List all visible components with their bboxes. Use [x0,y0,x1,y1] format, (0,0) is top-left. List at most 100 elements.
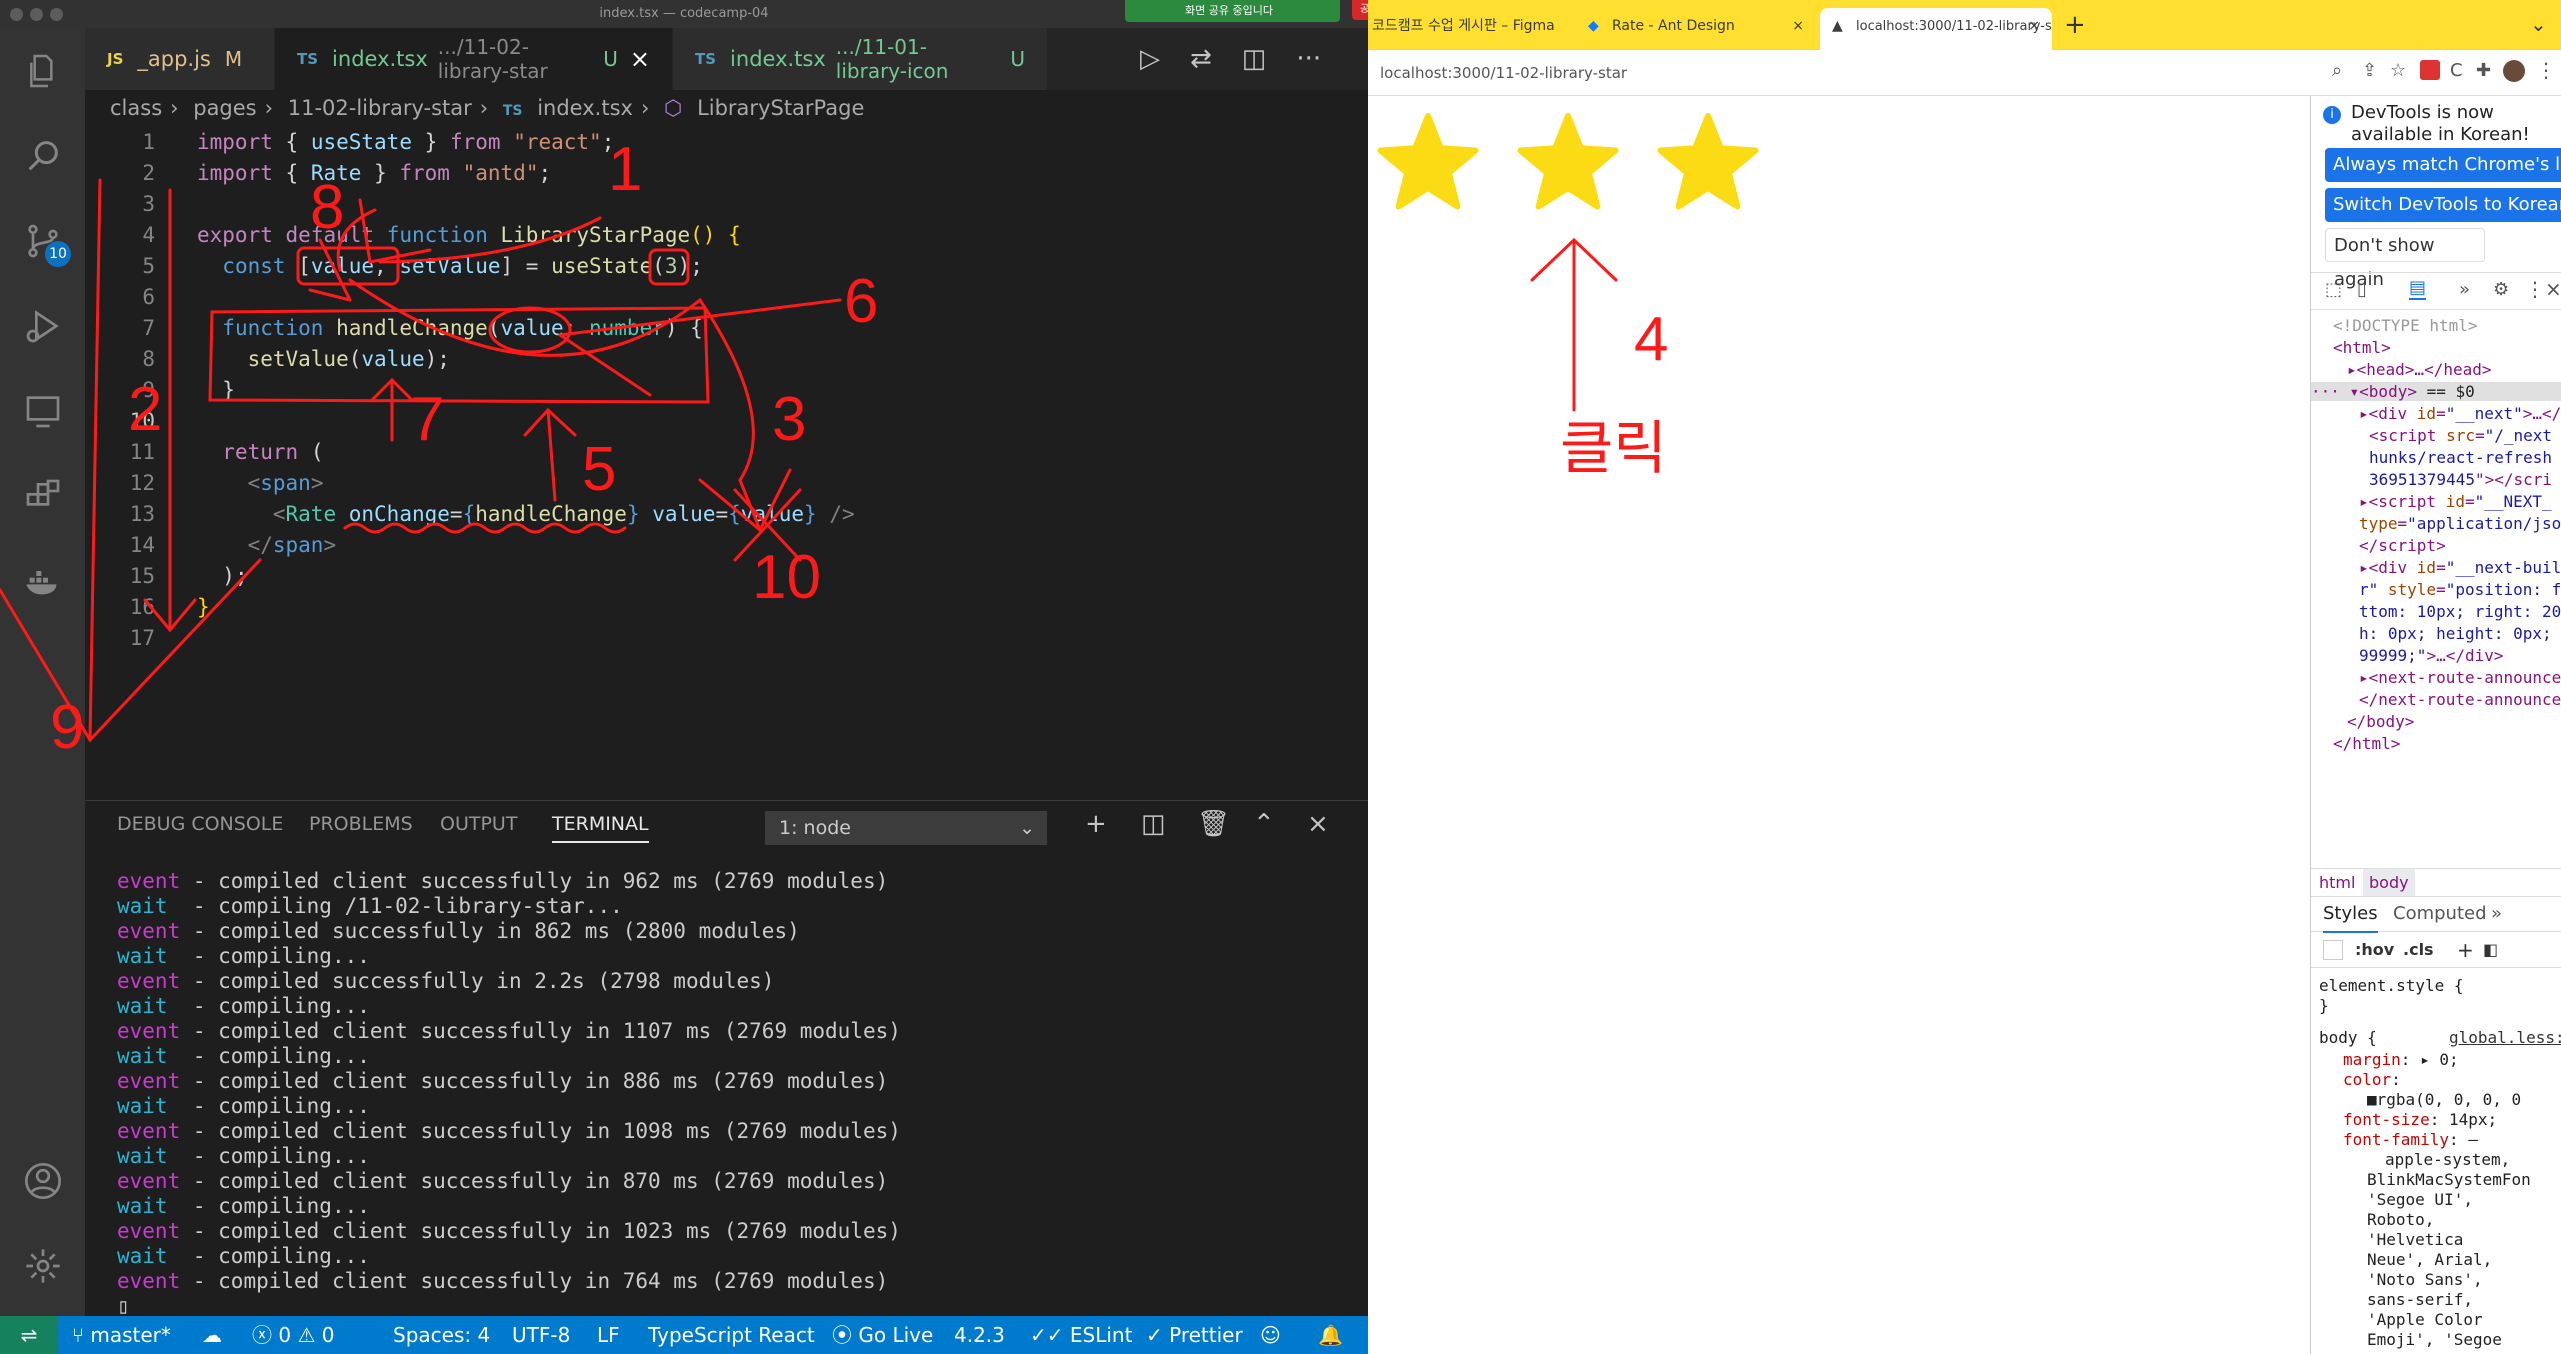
code-editor[interactable]: 1 import { useState } from "react"; 2 impo… [85,126,1368,800]
source-control-icon[interactable]: 10 [0,198,85,283]
ts-file-icon: TS [297,50,319,68]
close-tab-icon[interactable]: × [1792,8,1804,44]
tab-problems[interactable]: PROBLEMS [309,813,413,835]
indentation[interactable]: Spaces: 4 [393,1316,490,1354]
feedback-icon[interactable]: ☺ [1260,1316,1281,1354]
trash-icon[interactable]: 🗑 [1197,809,1230,839]
always-match-language-button[interactable]: Always match Chrome's lan [2325,148,2561,182]
bookmark-star-icon[interactable]: ☆ [2390,60,2406,81]
rule-source-link[interactable]: global.less:57 [2449,1028,2561,1047]
compare-changes-icon[interactable]: ⇄ [1190,44,1212,74]
split-editor-icon[interactable]: ◫ [1242,44,1267,74]
toggle-sidebar-icon[interactable]: ◧ [2483,932,2498,968]
add-rule-icon[interactable]: + [2457,932,2474,968]
zoom-icon[interactable]: ⌕ [2332,60,2342,81]
breadcrumb-item[interactable]: 11-02-library-star [288,96,472,120]
breadcrumb-item[interactable]: class [110,96,162,120]
tab-computed[interactable]: Computed [2393,897,2487,931]
rate-stars[interactable] [1368,96,1788,236]
terminal-kind: wait [117,1044,168,1068]
split-terminal-icon[interactable]: ◫ [1141,809,1166,839]
settings-gear-icon[interactable]: ⚙ [2493,279,2509,300]
tab-styles[interactable]: Styles [2323,897,2378,933]
component-icon: ⬡ [664,96,683,120]
tab-search-icon[interactable]: ⌄ [2530,12,2547,36]
explorer-icon[interactable] [0,28,85,113]
tab-index-library-star[interactable]: TS index.tsx .../11-02-library-star U × [275,28,673,90]
tab-terminal[interactable]: TERMINAL [552,813,649,843]
close-devtools-icon[interactable]: × [2545,277,2561,301]
browser-tab-localhost[interactable]: ▲ localhost:3000/11-02-library-s × [1820,8,2052,50]
terminal-line: wait - compiling... [117,1194,370,1218]
browser-tab-figma[interactable]: 코드캠프 수업 게시판 – Figma [1368,8,1568,50]
source-control-badge: 10 [45,241,71,267]
extensions-icon[interactable] [0,453,85,538]
terminal-line: event - compiled client successfully in … [117,1069,889,1093]
star-icon[interactable] [1377,113,1479,210]
filter-input[interactable] [2323,940,2343,960]
more-options-icon[interactable]: ⋮ [2525,277,2545,301]
console-messages-icon[interactable]: ▤ [2409,277,2427,300]
breadcrumb-item[interactable]: index.tsx [537,96,633,120]
extension-icon[interactable]: C [2450,60,2463,81]
cls-toggle[interactable]: .cls [2403,932,2434,968]
tab-index-library-icon[interactable]: TS index.tsx .../11-01-library-icon U [673,28,1048,90]
accounts-icon[interactable] [0,1138,85,1223]
more-tabs-icon[interactable]: » [2491,897,2502,931]
notifications-bell-icon[interactable]: 🔔 [1318,1316,1343,1354]
extensions-puzzle-icon[interactable]: ✚ [2476,60,2491,81]
crumb-html[interactable]: html [2319,869,2355,897]
extension-icon[interactable] [2420,60,2440,80]
tab-app-js[interactable]: JS _app.js M [85,28,275,90]
star-icon[interactable] [1517,113,1619,210]
hov-toggle[interactable]: :hov [2355,932,2394,968]
share-icon[interactable]: ⇪ [2362,60,2377,81]
breadcrumb-item[interactable]: pages [193,96,256,120]
close-panel-icon[interactable]: × [1307,809,1329,839]
close-tab-icon[interactable]: × [630,45,650,73]
ts-version[interactable]: 4.2.3 [954,1316,1005,1354]
new-terminal-icon[interactable]: + [1085,809,1107,839]
close-window-button[interactable] [10,8,23,21]
profile-avatar[interactable] [2503,60,2525,82]
minimize-window-button[interactable] [30,8,43,21]
remote-indicator-icon[interactable]: ⇌ [0,1316,58,1354]
crumb-body[interactable]: body [2363,869,2415,897]
maximize-panel-icon[interactable]: ⌃ [1253,809,1275,839]
star-icon[interactable] [1657,113,1759,210]
docker-icon[interactable] [0,538,85,623]
end-of-line[interactable]: LF [597,1316,620,1354]
go-live[interactable]: ⦿ Go Live [832,1316,933,1354]
inspect-element-icon[interactable]: ⬚ [2325,279,2342,300]
terminal-select[interactable]: 1: node ⌄ [765,811,1047,845]
run-icon[interactable]: ▷ [1140,44,1160,74]
remote-explorer-icon[interactable] [0,368,85,453]
dont-show-again-button[interactable]: Don't show again [2325,228,2485,290]
maximize-window-button[interactable] [50,8,63,21]
encoding[interactable]: UTF-8 [512,1316,570,1354]
run-debug-icon[interactable] [0,283,85,368]
close-tab-icon[interactable]: × [2028,8,2040,44]
prettier[interactable]: ✓ Prettier [1146,1316,1243,1354]
menu-kebab-icon[interactable]: ⋮ [2536,58,2556,82]
browser-tab-antd[interactable]: ◆ Rate - Ant Design × [1576,8,1816,50]
problems-indicator[interactable]: ⓧ 0 ⚠ 0 [252,1316,334,1354]
device-toolbar-icon[interactable]: ▯ [2357,279,2367,300]
eslint[interactable]: ✓✓ ESLint [1030,1316,1132,1354]
tab-debug-console[interactable]: DEBUG CONSOLE [117,813,283,835]
styles-tabs: Styles Computed » [2311,896,2561,933]
url-input[interactable]: localhost:3000/11-02-library-star [1380,58,2330,88]
search-icon[interactable] [0,113,85,198]
switch-to-korean-button[interactable]: Switch DevTools to Korean [2325,188,2561,222]
more-tabs-icon[interactable]: » [2459,279,2470,300]
settings-gear-icon[interactable] [0,1223,85,1308]
tab-output[interactable]: OUTPUT [440,813,517,835]
sync-icon[interactable]: ☁ [202,1316,222,1354]
language-mode[interactable]: TypeScript React [648,1316,815,1354]
git-branch[interactable]: ⑂ master* [72,1316,171,1354]
dom-breadcrumb: html body [2311,868,2561,897]
new-tab-icon[interactable]: + [2064,10,2086,40]
breadcrumb-item[interactable]: LibraryStarPage [697,96,864,120]
more-actions-icon[interactable]: ··· [1296,44,1321,74]
warning-icon: ⚠ [291,1323,322,1347]
